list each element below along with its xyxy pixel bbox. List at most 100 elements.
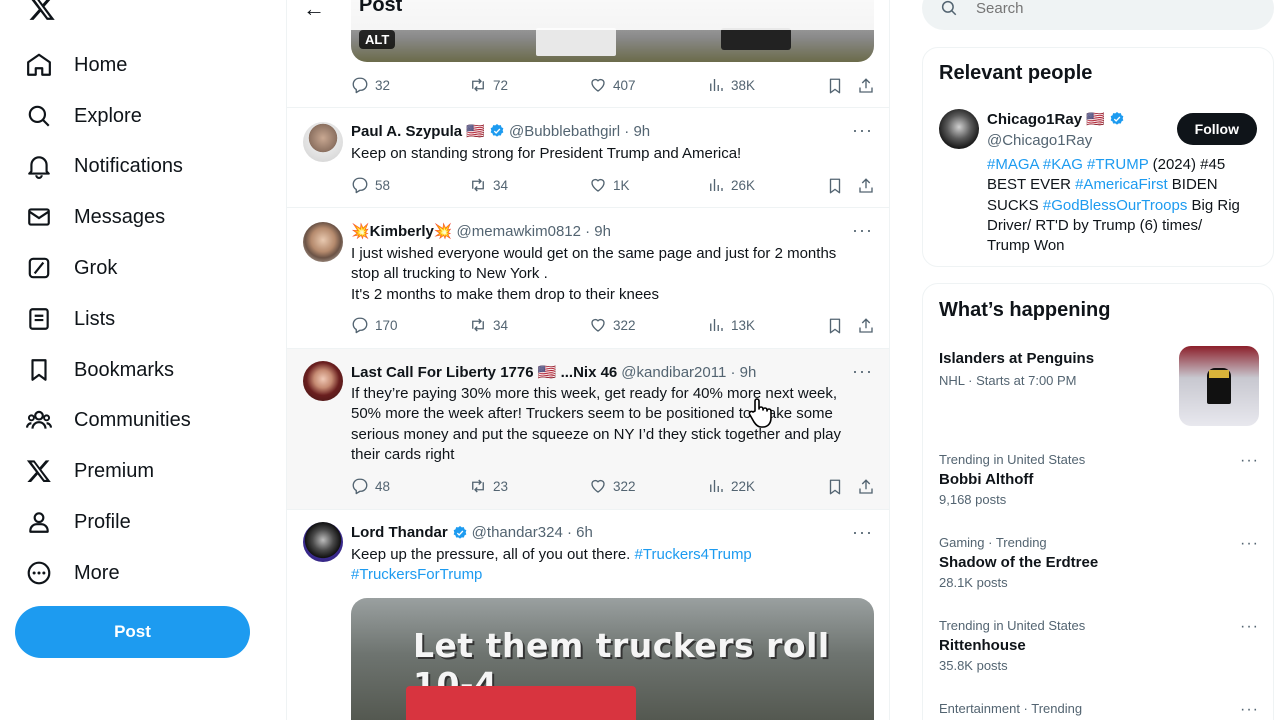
avatar[interactable]: [303, 122, 343, 162]
share-icon[interactable]: [857, 77, 875, 95]
nav-messages[interactable]: Messages: [26, 197, 165, 237]
author-handle[interactable]: @memawkim0812 · 9h: [457, 223, 611, 240]
tweet-text: I just wished everyone would get on the …: [351, 245, 837, 303]
hashtag-link[interactable]: #Truckers4Trump: [635, 546, 752, 563]
bookmark-icon[interactable]: [826, 177, 844, 195]
bookmark-icon[interactable]: [826, 77, 844, 95]
bookmark-icon[interactable]: [826, 478, 844, 496]
video-media[interactable]: Let them truckers roll 10-4: [351, 598, 874, 720]
trend-meta: Trending in United States: [939, 618, 1086, 633]
like-button[interactable]: 407: [589, 76, 636, 94]
nav-profile-label: Profile: [74, 510, 131, 533]
bio-hashtags[interactable]: #MAGA #KAG #TRUMP: [987, 156, 1148, 173]
like-button[interactable]: 322: [589, 477, 636, 495]
like-button[interactable]: 322: [589, 316, 636, 334]
nav-more[interactable]: More: [26, 553, 120, 593]
repost-icon: [472, 178, 484, 192]
action-bar: 170 34 322 13K: [351, 316, 873, 336]
follow-button[interactable]: Follow: [1176, 113, 1257, 145]
repost-button[interactable]: 23: [469, 477, 508, 495]
person-handle[interactable]: @Chicago1Ray: [987, 132, 1092, 149]
share-icon[interactable]: [857, 317, 875, 335]
person-name[interactable]: Chicago1Ray 🇺🇸: [987, 110, 1105, 128]
tweet-header: Lord Thandar @thandar324 · 6h: [351, 524, 593, 541]
tweet-text: Keep on standing strong for President Tr…: [351, 145, 742, 162]
nav-lists[interactable]: Lists: [26, 299, 115, 339]
trend-item[interactable]: Trending in United States Rittenhouse 35…: [939, 618, 1259, 673]
trend-item[interactable]: Trending in United States Bobbi Althoff …: [939, 452, 1259, 507]
nav-home[interactable]: Home: [26, 45, 127, 85]
verified-badge-icon: [453, 525, 467, 539]
more-options-icon[interactable]: ···: [1240, 701, 1259, 719]
more-options-icon[interactable]: ···: [1240, 535, 1259, 553]
more-options-icon[interactable]: ···: [852, 522, 873, 543]
share-icon[interactable]: [857, 478, 875, 496]
reply-button[interactable]: 58: [351, 176, 390, 194]
trend-item[interactable]: Entertainment · Trending ···: [939, 701, 1259, 719]
like-count: 322: [613, 478, 636, 494]
nav-grok[interactable]: Grok: [26, 248, 117, 288]
nav-bookmarks[interactable]: Bookmarks: [26, 350, 174, 390]
nav-notifications[interactable]: Notifications: [26, 146, 183, 186]
trend-meta: Entertainment · Trending: [939, 701, 1083, 716]
tweet-text: Keep up the pressure, all of you out the…: [351, 546, 631, 563]
more-options-icon[interactable]: ···: [852, 120, 873, 141]
share-icon[interactable]: [857, 177, 875, 195]
bookmark-icon[interactable]: [826, 317, 844, 335]
repost-count: 72: [493, 77, 509, 93]
reply-button[interactable]: 32: [351, 76, 390, 94]
nav-communities[interactable]: Communities: [26, 400, 191, 440]
reply-tweet[interactable]: Lord Thandar @thandar324 · 6h ··· Keep u…: [287, 510, 889, 720]
author-handle[interactable]: @thandar324 · 6h: [472, 524, 593, 541]
author-name[interactable]: Paul A. Szypula 🇺🇸: [351, 122, 485, 140]
views-button[interactable]: 13K: [707, 316, 755, 334]
trend-item[interactable]: Gaming · Trending Shadow of the Erdtree …: [939, 535, 1259, 590]
more-circle-icon: [27, 561, 51, 585]
avatar[interactable]: [303, 222, 343, 262]
nav-explore[interactable]: Explore: [26, 96, 142, 136]
search-input[interactable]: [976, 0, 1236, 17]
views-button[interactable]: 38K: [707, 76, 755, 94]
author-handle[interactable]: @Bubblebathgirl · 9h: [509, 123, 650, 140]
search-bar[interactable]: [922, 0, 1274, 30]
avatar[interactable]: [303, 522, 343, 562]
views-count: 13K: [731, 317, 756, 333]
bio-hashtag[interactable]: #GodBlessOurTroops: [1043, 197, 1188, 214]
bio-hashtag[interactable]: #AmericaFirst: [1075, 176, 1168, 193]
hashtag-link[interactable]: #TruckersForTrump: [351, 566, 482, 583]
left-nav: Home Explore Notifications Messages Grok…: [0, 0, 286, 720]
author-name[interactable]: Last Call For Liberty 1776 🇺🇸 ...Nix 46: [351, 363, 617, 381]
x-logo-icon[interactable]: [28, 0, 56, 22]
avatar[interactable]: [939, 109, 979, 149]
more-options-icon[interactable]: ···: [1240, 452, 1259, 470]
reply-tweet[interactable]: Paul A. Szypula 🇺🇸 @Bubblebathgirl · 9h …: [287, 108, 889, 208]
reply-button[interactable]: 48: [351, 477, 390, 495]
repost-button[interactable]: 34: [469, 176, 508, 194]
action-bar: 48 23 322 22K: [351, 477, 873, 497]
views-button[interactable]: 26K: [707, 176, 755, 194]
right-sidebar: Relevant people Chicago1Ray 🇺🇸 @Chicago1…: [920, 0, 1275, 720]
post-button[interactable]: Post: [15, 606, 250, 658]
nav-profile[interactable]: Profile: [26, 502, 131, 542]
nav-premium[interactable]: Premium: [26, 451, 154, 491]
reply-tweet[interactable]: Last Call For Liberty 1776 🇺🇸 ...Nix 46 …: [287, 349, 889, 510]
more-options-icon[interactable]: ···: [852, 220, 873, 241]
repost-button[interactable]: 72: [469, 76, 508, 94]
more-options-icon[interactable]: ···: [852, 361, 873, 382]
back-arrow-icon[interactable]: ←: [303, 0, 325, 22]
event-thumbnail[interactable]: [1179, 346, 1259, 426]
author-name[interactable]: 💥Kimberly💥: [351, 222, 453, 240]
views-button[interactable]: 22K: [707, 477, 755, 495]
like-button[interactable]: 1K: [589, 176, 630, 194]
trend-count: 9,168 posts: [939, 492, 1007, 507]
alt-badge[interactable]: ALT: [359, 30, 396, 49]
tweet-text: If they’re paying 30% more this week, ge…: [351, 385, 842, 463]
reply-tweet[interactable]: 💥Kimberly💥 @memawkim0812 · 9h ··· I just…: [287, 208, 889, 349]
nav-home-label: Home: [74, 53, 128, 76]
author-name[interactable]: Lord Thandar: [351, 524, 448, 541]
more-options-icon[interactable]: ···: [1240, 618, 1259, 636]
repost-button[interactable]: 34: [469, 316, 508, 334]
author-handle[interactable]: @kandibar2011 · 9h: [621, 364, 756, 381]
avatar[interactable]: [303, 361, 343, 401]
reply-button[interactable]: 170: [351, 316, 398, 334]
